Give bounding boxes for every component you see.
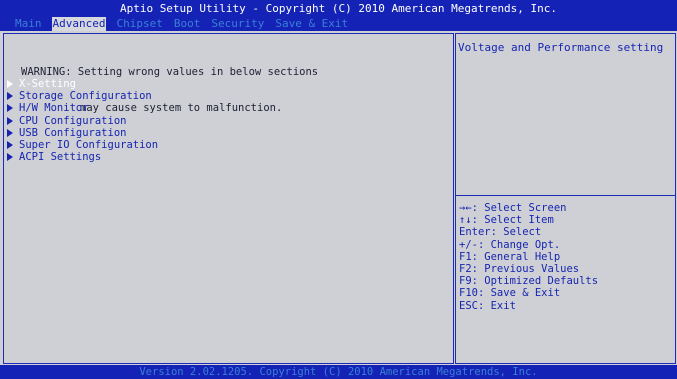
submenu-arrow-icon: [7, 153, 13, 162]
submenu-arrow-icon: [7, 80, 13, 89]
key-hint-enter: Enter: Select: [459, 226, 542, 239]
key-hint-select-item: ↑↓: Select Item: [459, 214, 554, 227]
key-hint-previous-values: F2: Previous Values: [459, 262, 580, 275]
key-hint-optimized-defaults: F9: Optimized Defaults: [459, 275, 599, 288]
tab-advanced[interactable]: Advanced: [51, 17, 107, 31]
settings-panel: WARNING: Setting wrong values in below s…: [3, 33, 454, 364]
bios-screen: Aptio Setup Utility - Copyright (C) 2010…: [0, 0, 677, 379]
menu-item-usb-configuration[interactable]: USB Configuration: [7, 127, 158, 139]
key-legend: →←: Select Screen ↑↓: Select Item Enter:…: [459, 202, 598, 312]
warning-line-1: WARNING: Setting wrong values in below s…: [21, 66, 319, 78]
menu-item-storage-configuration[interactable]: Storage Configuration: [7, 90, 158, 102]
help-panel: Voltage and Performance setting →←: Sele…: [455, 33, 676, 364]
menu-item-cpu-configuration[interactable]: CPU Configuration: [7, 115, 158, 127]
submenu-arrow-icon: [7, 116, 13, 125]
item-help-text: Voltage and Performance setting: [458, 41, 664, 54]
menu-item-label: CPU Configuration: [19, 114, 127, 127]
menu-item-label: USB Configuration: [19, 126, 127, 139]
menu-item-label: Super IO Configuration: [19, 138, 159, 151]
tab-boot[interactable]: Boot: [173, 17, 202, 31]
key-hint-esc-exit: ESC: Exit: [459, 299, 516, 312]
version-text: Version 2.02.1205. Copyright (C) 2010 Am…: [139, 366, 538, 378]
top-bar: Aptio Setup Utility - Copyright (C) 2010…: [0, 0, 677, 31]
submenu-arrow-icon: [7, 104, 13, 113]
menu-item-acpi-settings[interactable]: ACPI Settings: [7, 151, 158, 163]
menu-item-super-io-configuration[interactable]: Super IO Configuration: [7, 139, 158, 151]
key-hint-select-screen: →←: Select Screen: [459, 202, 567, 214]
footer-bar: Version 2.02.1205. Copyright (C) 2010 Am…: [0, 365, 677, 379]
menu-item-label: Storage Configuration: [19, 90, 152, 103]
menu-item-hw-monitor[interactable]: H/W Monitor: [7, 102, 158, 114]
menu-item-label: X-Setting: [19, 78, 76, 90]
help-divider: [456, 195, 675, 196]
window-title: Aptio Setup Utility - Copyright (C) 2010…: [119, 2, 558, 15]
tab-save-exit[interactable]: Save & Exit: [274, 17, 349, 31]
menu-item-x-setting[interactable]: X-Setting: [7, 78, 158, 90]
key-hint-change-opt: +/-: Change Opt.: [459, 238, 561, 251]
submenu-arrow-icon: [7, 128, 13, 137]
submenu-arrow-icon: [7, 141, 13, 150]
tab-bar: Main Advanced Chipset Boot Security Save…: [14, 17, 349, 31]
key-hint-general-help: F1: General Help: [459, 250, 561, 263]
tab-chipset[interactable]: Chipset: [115, 17, 163, 31]
menu-item-label: ACPI Settings: [19, 151, 102, 164]
submenu-arrow-icon: [7, 92, 13, 101]
tab-main[interactable]: Main: [14, 17, 43, 31]
submenu-list: X-Setting Storage Configuration H/W Moni…: [7, 78, 158, 163]
tab-security[interactable]: Security: [210, 17, 265, 31]
key-hint-save-exit: F10: Save & Exit: [459, 287, 561, 300]
menu-item-label: H/W Monitor: [19, 102, 89, 115]
